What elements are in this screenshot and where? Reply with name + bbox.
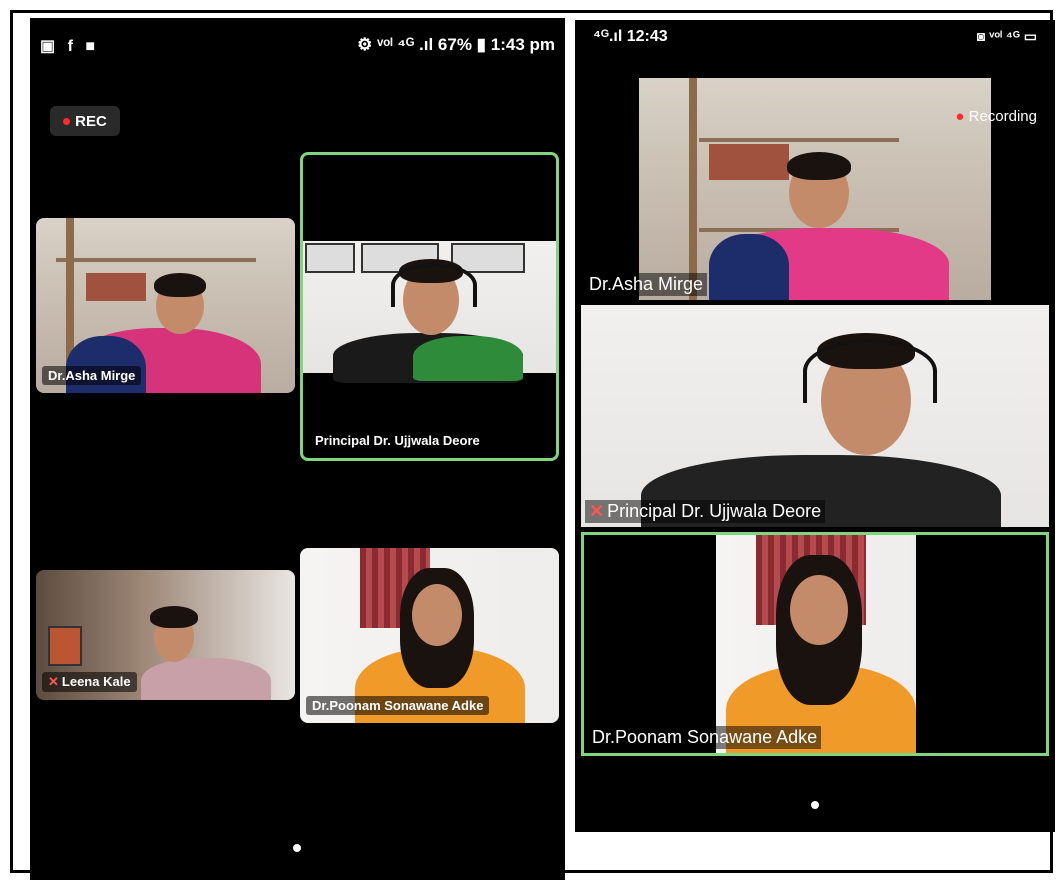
video-tile-poonam-sonawane-active[interactable]: Dr.Poonam Sonawane Adke [581, 532, 1049, 756]
left-phone-screen: ▣ f ■ ⚙ ᵛᵒˡ ⁴ᴳ .ıl 67% ▮ 1:43 pm REC Dr.… [30, 18, 565, 880]
video-tile-principal[interactable]: ✕ Principal Dr. Ujjwala Deore [581, 305, 1049, 527]
books [86, 273, 146, 301]
video-tile-leena-kale[interactable]: ✕ Leena Kale [36, 570, 295, 700]
record-dot-icon [63, 117, 71, 125]
right-status-time: ⁴ᴳ.ıl 12:43 [593, 28, 668, 45]
participant-name: Dr.Poonam Sonawane Adke [306, 696, 490, 715]
left-status-bar: ⚙ ᵛᵒˡ ⁴ᴳ .ıl 67% ▮ 1:43 pm [357, 35, 555, 54]
mic-muted-icon: ✕ [589, 501, 605, 521]
participant-name: Dr.Asha Mirge [585, 273, 708, 296]
participant-name: Leena Kale [61, 674, 131, 689]
page-indicator-dot[interactable] [293, 844, 301, 852]
rec-label: REC [75, 112, 107, 130]
right-status-icons: ◙ ᵛᵒˡ ⁴ᴳ ▭ [976, 28, 1037, 44]
recording-indicator: ● Recording [955, 108, 1037, 125]
participant-name: Dr.Poonam Sonawane Adke [588, 726, 822, 749]
right-phone-screen: ⁴ᴳ.ıl 12:43 ◙ ᵛᵒˡ ⁴ᴳ ▭ ● Recording Dr.As… [575, 20, 1055, 832]
mic-muted-icon: ✕ [48, 674, 59, 689]
rec-button[interactable]: REC [50, 106, 120, 136]
left-status-icons: ▣ f ■ [40, 38, 99, 55]
participant-video [639, 78, 991, 300]
participant-name: Dr.Asha Mirge [42, 366, 142, 385]
participant-name: Principal Dr. Ujjwala Deore [607, 501, 822, 521]
video-tile-asha-mirge[interactable]: ● Recording Dr.Asha Mirge [581, 78, 1049, 300]
video-tile-asha-mirge[interactable]: Dr.Asha Mirge [36, 218, 295, 393]
video-tile-poonam-sonawane[interactable]: Dr.Poonam Sonawane Adke [300, 548, 559, 723]
bookshelf [56, 258, 256, 262]
participant-name: Principal Dr. Ujjwala Deore [315, 433, 480, 448]
page-indicator-dot[interactable] [811, 801, 819, 809]
video-tile-principal-active[interactable]: Principal Dr. Ujjwala Deore [300, 152, 559, 461]
participant-name-row: ✕ Principal Dr. Ujjwala Deore [585, 500, 826, 523]
record-dot-icon: ● [955, 108, 965, 125]
recording-label: Recording [968, 108, 1037, 125]
participant-video [716, 535, 916, 753]
participant-video [303, 241, 556, 383]
participant-name-row: ✕ Leena Kale [42, 672, 137, 692]
